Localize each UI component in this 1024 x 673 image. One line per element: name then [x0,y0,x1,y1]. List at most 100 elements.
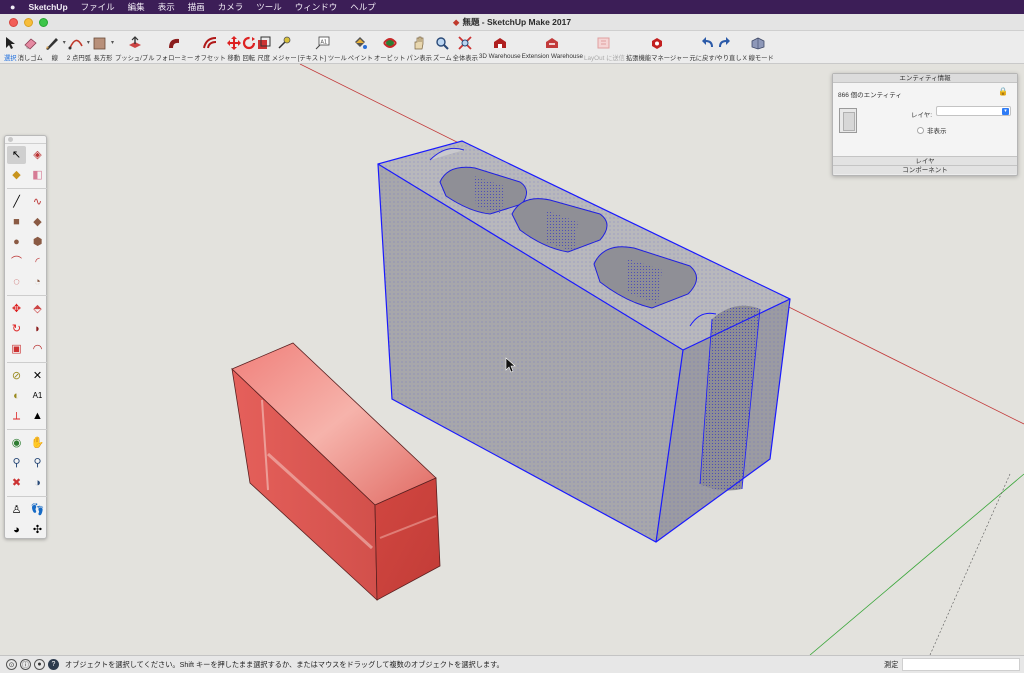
palette-pan-button[interactable]: ✋ [28,434,47,452]
palette-text-button[interactable]: A1 [28,387,47,405]
user-account-icon[interactable]: ● [34,659,45,670]
palette-arc-button[interactable]: ⌒ [7,253,26,271]
layers-section-header[interactable]: レイヤ [833,156,1017,165]
tool-zoom-button[interactable]: ズーム [433,31,452,62]
menu-window[interactable]: ウィンドウ [295,1,338,13]
tool-layout-button[interactable]: LayOut に送信 [584,31,625,62]
window-minimize-button[interactable] [24,18,33,27]
arc-icon: ▾ [68,34,90,52]
palette-protractor-button[interactable]: ◐ [7,387,26,405]
menu-app-sketchup[interactable]: SketchUp [28,2,67,12]
zoom-icon [435,34,450,52]
entity-info-title[interactable]: エンティティ情報 [833,74,1017,83]
concrete-block-model[interactable] [377,140,791,543]
menu-camera[interactable]: カメラ [218,1,244,13]
tool-zoom-extents-button[interactable]: 全体表示 [453,31,478,62]
tool-undo-redo-button[interactable]: 元に戻す/やり直し [690,31,742,62]
palette-dimension-button[interactable]: ✕ [28,367,47,385]
tool-arc-button[interactable]: ▾ 2 点円弧 [67,31,91,62]
palette-zoom-extents-button[interactable]: ✖ [7,474,26,492]
palette-paint-button[interactable]: ◆ [7,166,26,184]
orbit-icon [382,34,397,52]
palette-zoom-button[interactable]: ⚲ [7,454,26,472]
menu-edit[interactable]: 編集 [128,1,145,13]
tool-label: 移動 [227,55,241,62]
palette-orbit-button[interactable]: ◉ [7,434,26,452]
palette-axes-button[interactable]: ⟂ [7,407,26,425]
apple-menu-icon[interactable]: ● [10,2,15,12]
tool-label: 拡張機能マネージャー [625,55,689,62]
components-section-header[interactable]: コンポーネント [833,165,1017,174]
layer-select[interactable]: ▾ [936,106,1011,116]
palette-close-icon[interactable] [8,137,13,142]
position-camera-icon: ♙ [11,503,22,516]
palette-rotate-button[interactable]: ↻ [7,320,26,338]
tool-tape-button[interactable]: メジャー [272,31,297,62]
palette-pushpull-button[interactable]: ⬘ [28,300,47,318]
palette-freehand-button[interactable]: ∿ [28,193,47,211]
tool-rectangle-button[interactable]: ▾ 長方形 [92,31,114,62]
hidden-checkbox-row[interactable]: 非表示 [917,125,947,135]
tool-3d-warehouse-button[interactable]: 3D Warehouse [479,31,521,60]
tool-eraser-button[interactable]: 消しゴム [18,31,43,62]
tool-followme-button[interactable]: フォローミー [156,31,193,62]
palette-3pt-arc-button[interactable]: ◌ [7,273,26,291]
tool-move-button[interactable]: 移動 [226,31,241,62]
geo-location-icon[interactable]: ⊙ [6,659,17,670]
palette-divider [7,496,47,497]
tool-rotate-button[interactable]: 回転 [242,31,256,62]
tool-offset-button[interactable]: オフセット [194,31,226,62]
model-viewport[interactable]: ↖ ◈ ◆ ◧ ╱ ∿ ■ ◆ ● ⬢ ⌒ ◜ ◌ ◔ ✥ ⬘ ↻ ◗ ▣ ◠ … [0,64,1024,655]
window-zoom-button[interactable] [39,18,48,27]
palette-3d-text-button[interactable]: ▲ [28,407,47,425]
protractor-icon: ◐ [13,389,20,402]
measurements-input[interactable] [902,658,1020,671]
palette-move-button[interactable]: ✥ [7,300,26,318]
tool-line-button[interactable]: ▾ 線 [44,31,66,62]
window-close-button[interactable] [9,18,18,27]
tool-xray-button[interactable]: X 線モード [743,31,774,62]
tool-select-button[interactable]: 選択 [4,31,17,62]
palette-tape-button[interactable]: ⊘ [7,367,26,385]
tool-text-button[interactable]: A1 [テキスト] ツール [298,31,347,62]
lock-icon[interactable]: 🔒 [998,87,1008,96]
hidden-checkbox[interactable] [917,126,924,134]
palette-position-camera-button[interactable]: ♙ [7,501,26,519]
palette-header[interactable] [5,136,46,144]
palette-component-button[interactable]: ◈ [28,146,47,164]
tool-pan-button[interactable]: パン表示 [406,31,432,62]
palette-offset-button[interactable]: ◠ [28,340,47,358]
tool-pushpull-button[interactable]: プッシュ/プル [115,31,155,62]
menu-tools[interactable]: ツール [256,1,282,13]
palette-pie-button[interactable]: ◔ [28,273,47,291]
palette-followme-button[interactable]: ◗ [28,320,47,338]
instructor-icon[interactable]: ? [48,659,59,670]
menu-view[interactable]: 表示 [158,1,175,13]
tool-scale-button[interactable]: 尺度 [257,31,271,62]
tool-extension-manager-button[interactable]: 拡張機能マネージャー [626,31,689,62]
palette-rectangle-button[interactable]: ■ [7,213,26,231]
material-swatch[interactable] [839,108,857,133]
tool-label: LayOut に送信 [584,55,625,62]
palette-select-button[interactable]: ↖ [7,146,26,164]
tool-paint-button[interactable]: ペイント [348,31,373,62]
menu-draw[interactable]: 描画 [188,1,205,13]
menu-help[interactable]: ヘルプ [350,1,376,13]
palette-eraser-button[interactable]: ◧ [28,166,47,184]
palette-previous-view-button[interactable]: ◑ [28,474,47,492]
menu-file[interactable]: ファイル [81,1,115,13]
palette-circle-button[interactable]: ● [7,233,26,251]
palette-polygon-button[interactable]: ⬢ [28,233,47,251]
palette-section-plane-button[interactable]: ✣ [28,521,47,539]
palette-rotated-rect-button[interactable]: ◆ [28,213,47,231]
palette-walk-button[interactable]: 👣 [28,501,47,519]
palette-look-around-button[interactable]: ◕ [7,521,26,539]
palette-line-button[interactable]: ╱ [7,193,26,211]
credits-icon[interactable]: ⓘ [20,659,31,670]
palette-2pt-arc-button[interactable]: ◜ [28,253,47,271]
palette-zoom-window-button[interactable]: ⚲ [28,454,47,472]
tool-extension-warehouse-button[interactable]: Extension Warehouse [522,31,583,60]
window-controls [9,18,48,27]
tool-orbit-button[interactable]: オービット [374,31,405,62]
palette-scale-button[interactable]: ▣ [7,340,26,358]
